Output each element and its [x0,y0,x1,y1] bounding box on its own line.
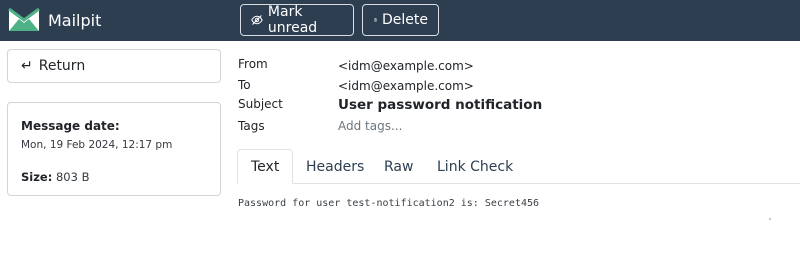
from-label: From [238,57,268,71]
divider-dot [769,218,771,220]
message-tabs: Text Headers Raw Link Check [237,149,800,184]
message-date-label: Message date: [21,119,120,133]
subject-value: User password notification [338,97,543,113]
brand-logo[interactable]: Mailpit [6,4,101,36]
return-button[interactable]: ↵ Return [7,49,221,83]
tab-link-check[interactable]: Link Check [437,149,513,184]
tab-headers[interactable]: Headers [306,149,364,184]
tags-input[interactable]: Add tags... [338,119,402,133]
message-date-value: Mon, 19 Feb 2024, 12:17 pm [21,139,173,151]
delete-button[interactable]: Delete [362,4,439,36]
size-label: Size: [21,170,53,184]
mailpit-logo-icon [8,7,40,31]
trash-icon [374,18,377,22]
to-value[interactable]: <idm@example.com> [338,79,474,93]
message-info-card: Message date: Mon, 19 Feb 2024, 12:17 pm… [7,102,221,196]
size-value: 803 B [55,170,90,184]
message-body-text: Password for user test-notification2 is:… [238,198,540,209]
from-value[interactable]: <idm@example.com> [338,59,474,73]
top-navbar: Mailpit Mark unread Delete [0,0,800,41]
mark-unread-label: Mark unread [267,4,318,36]
return-arrow-icon: ↵ [21,58,33,74]
app-name: Mailpit [48,10,102,30]
tab-raw[interactable]: Raw [384,149,413,184]
subject-label: Subject [238,97,283,111]
delete-label: Delete [382,12,428,28]
mark-unread-button[interactable]: Mark unread [240,4,354,36]
to-label: To [238,78,251,92]
eye-slash-icon [251,15,263,25]
return-label: Return [38,58,86,74]
tab-text[interactable]: Text [237,149,294,184]
tags-label: Tags [238,119,265,133]
message-size: Size: 803 B [21,170,207,184]
